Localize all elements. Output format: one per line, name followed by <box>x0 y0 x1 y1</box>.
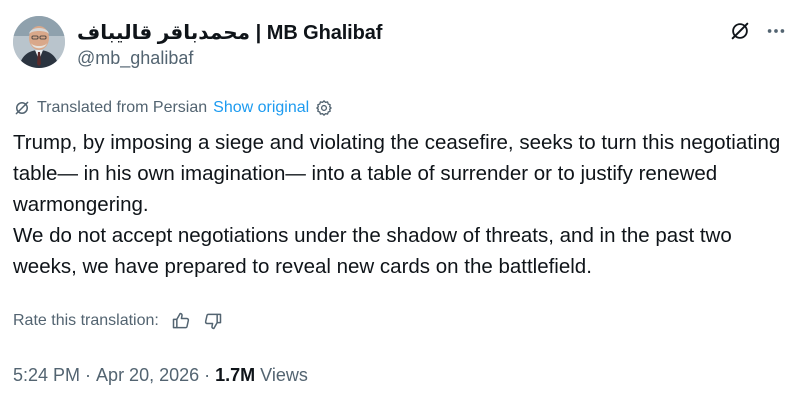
gear-icon[interactable] <box>315 99 333 117</box>
views-label: Views <box>260 365 308 385</box>
meta-separator: · <box>85 365 92 385</box>
tweet-paragraph: Trump, by imposing a siege and violating… <box>13 131 781 216</box>
rate-translation: Rate this translation: <box>13 311 223 331</box>
translate-icon <box>13 99 31 117</box>
grok-icon[interactable] <box>729 20 751 42</box>
views-count: 1.7M <box>215 365 256 385</box>
tweet-paragraph: We do not accept negotiations under the … <box>13 224 732 278</box>
translation-notice: Translated from Persian Show original <box>13 99 333 117</box>
show-original-link[interactable]: Show original <box>213 99 309 117</box>
thumbs-up-icon[interactable] <box>171 311 191 331</box>
post-date[interactable]: Apr 20, 2026 <box>96 365 199 386</box>
tweet-text: Trump, by imposing a siege and violating… <box>13 127 788 282</box>
rate-label: Rate this translation: <box>13 312 159 329</box>
post-time[interactable]: 5:24 PM <box>13 365 80 386</box>
avatar[interactable] <box>13 16 65 68</box>
author-name-row: محمدباقر قالیباف | MB Ghalibaf <box>77 20 382 45</box>
thumbs-down-icon[interactable] <box>203 311 223 331</box>
author-handle[interactable]: @mb_ghalibaf <box>77 48 193 69</box>
top-actions <box>729 20 787 42</box>
display-name[interactable]: محمدباقر قالیباف | MB Ghalibaf <box>77 20 382 45</box>
meta-separator: · <box>204 365 211 385</box>
translated-label: Translated from Persian <box>37 99 208 116</box>
more-icon[interactable] <box>765 20 787 42</box>
tweet-meta: 5:24 PM · Apr 20, 2026 · 1.7M Views <box>13 365 308 386</box>
tweet-header: محمدباقر قالیباف | MB Ghalibaf @mb_ghali… <box>13 14 787 78</box>
avatar-portrait <box>13 16 65 68</box>
